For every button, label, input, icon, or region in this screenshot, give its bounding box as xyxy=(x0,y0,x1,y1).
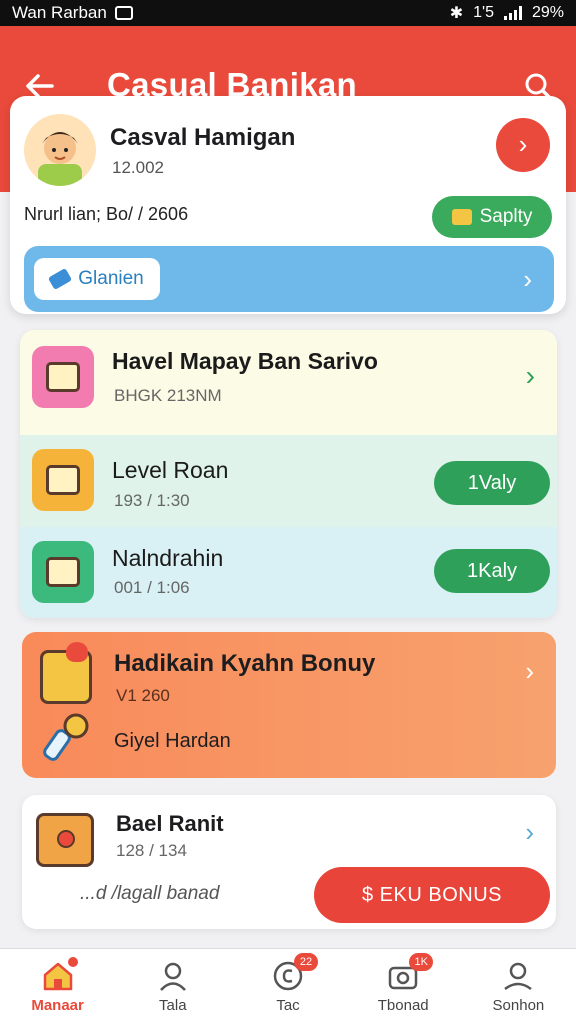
chevron-right-icon: › xyxy=(523,264,532,294)
carrier-label: Wan Rarban xyxy=(12,3,107,22)
list-item[interactable]: Havel Mapay Ban Sarivo BHGK 213NM › xyxy=(20,330,557,435)
profile-name: Casval Hamigan xyxy=(110,124,296,151)
profile-id: 12.002 xyxy=(112,158,164,177)
quest-sub: BHGK 213NM xyxy=(114,386,222,405)
nav-item-tac[interactable]: 22 Tac xyxy=(230,949,345,1024)
reward-card: Bael Ranit 128 / 134 › ...d /lagall bana… xyxy=(22,795,556,929)
notification-dot xyxy=(67,957,78,967)
nav-label: Manaar xyxy=(31,997,84,1014)
status-time: 1'5 xyxy=(473,4,494,21)
nav-badge: 1K xyxy=(409,953,434,971)
nav-label: Tac xyxy=(276,997,300,1014)
notification-icon xyxy=(114,6,133,20)
fruit-basket-icon xyxy=(32,541,94,603)
basket-icon xyxy=(32,449,94,511)
nav-item-tbonad[interactable]: 1K Tbonad xyxy=(346,949,461,1024)
quest-action-button[interactable]: 1Kaly xyxy=(434,549,550,593)
nav-label: Sonhon xyxy=(492,997,545,1014)
chevron-right-icon: › xyxy=(525,656,534,686)
bonus-button[interactable]: $ EKU BONUS xyxy=(314,867,550,923)
bonus-title: Hadikain Kyahn Bonuy xyxy=(114,650,376,677)
list-item[interactable]: Level Roan 193 / 1:30 1Valy xyxy=(20,435,557,527)
quest-title: Nalndrahin xyxy=(112,545,224,571)
reward-note: ...d /lagall banad xyxy=(80,883,220,904)
chevron-right-icon[interactable]: › xyxy=(525,817,534,848)
user-icon xyxy=(159,962,186,991)
supply-button[interactable]: Saplty xyxy=(432,196,552,238)
quest-sub: 001 / 1:06 xyxy=(114,578,190,597)
box-icon xyxy=(451,209,472,225)
profile-icon xyxy=(504,962,533,991)
list-item[interactable]: Nalndrahin 001 / 1:06 1Kaly xyxy=(20,527,557,618)
tag-button-label: Glanien xyxy=(78,268,144,289)
profile-detail: Nrurl lian; Bo/ / 2606 xyxy=(24,204,189,224)
tag-bar[interactable]: Glanien › xyxy=(24,246,554,312)
avatar-character-icon xyxy=(24,114,96,186)
battery-label: 29% xyxy=(531,4,564,21)
supply-button-label: Saplty xyxy=(479,206,533,227)
tag-icon xyxy=(48,267,73,291)
cart-icon xyxy=(32,346,94,408)
profile-open-button[interactable]: › xyxy=(496,118,550,172)
nav-item-tala[interactable]: Tala xyxy=(115,949,230,1024)
avatar[interactable] xyxy=(24,114,96,186)
nav-label: Tala xyxy=(159,997,187,1014)
quest-list: Havel Mapay Ban Sarivo BHGK 213NM › Leve… xyxy=(20,330,557,618)
nav-badge: 22 xyxy=(294,953,318,971)
status-bar: Wan Rarban ✱ 1'5 29% xyxy=(0,0,576,26)
chevron-right-icon: › xyxy=(525,360,535,391)
signal-icon xyxy=(503,6,522,20)
bonus-item-label: Giyel Hardan xyxy=(114,730,231,752)
quest-title: Havel Mapay Ban Sarivo xyxy=(112,348,378,374)
reward-sub: 128 / 134 xyxy=(116,841,187,860)
nav-item-home[interactable]: Manaar xyxy=(0,949,115,1024)
heart-icon xyxy=(66,642,88,662)
bonus-sub: V1 260 xyxy=(116,686,170,705)
nav-item-sonhon[interactable]: Sonhon xyxy=(461,949,576,1024)
reward-title: Bael Ranit xyxy=(116,811,224,836)
chevron-right-icon: › xyxy=(518,129,528,159)
shopping-bag-icon xyxy=(36,813,94,867)
tag-button[interactable]: Glanien xyxy=(34,258,160,300)
quest-title: Level Roan xyxy=(112,457,229,483)
quest-sub: 193 / 1:30 xyxy=(114,491,190,510)
nav-label: Tbonad xyxy=(377,997,429,1014)
quest-action-button[interactable]: 1Valy xyxy=(434,461,550,505)
profile-card: Casval Hamigan 12.002 › Nrurl lian; Bo/ … xyxy=(10,96,566,314)
bottom-nav: Manaar Tala 22 Tac 1K Tbonad Sonhon xyxy=(0,948,576,1024)
microphone-icon xyxy=(43,713,89,761)
bluetooth-icon: ✱ xyxy=(449,5,464,22)
bonus-card[interactable]: Hadikain Kyahn Bonuy V1 260 › Giyel Hard… xyxy=(22,632,556,778)
